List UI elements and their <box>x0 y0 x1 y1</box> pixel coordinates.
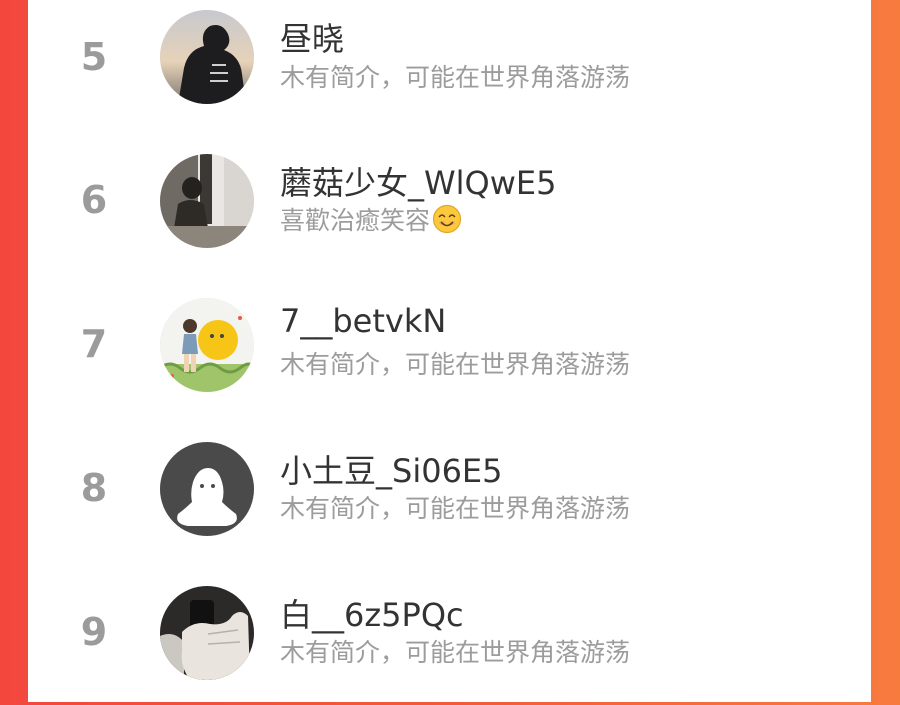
user-bio: 喜歡治癒笑容 <box>280 201 462 237</box>
rank-number: 8 <box>80 466 108 510</box>
list-item[interactable]: 8 小土豆_Si06E5 木有简介，可能在世界角落游荡 <box>28 431 871 561</box>
rank-number: 6 <box>80 178 108 222</box>
user-name[interactable]: 7__betvkN <box>280 302 446 340</box>
avatar[interactable] <box>160 10 254 104</box>
ranking-list-card: 5 昼晓 木有简介，可能在世界角落游荡 6 蘑菇少女_WlQwE5 喜歡治癒笑容… <box>28 0 871 702</box>
user-bio: 木有简介，可能在世界角落游荡 <box>280 63 631 92</box>
user-name[interactable]: 昼晓 <box>280 14 344 60</box>
avatar[interactable] <box>160 298 254 392</box>
list-item[interactable]: 7 7__betvkN 木有简介，可能在世界角落游荡 <box>28 287 871 417</box>
avatar[interactable] <box>160 442 254 536</box>
avatar[interactable] <box>160 586 254 680</box>
user-bio-text: 喜歡治癒笑容 <box>280 206 431 235</box>
user-name[interactable]: 蘑菇少女_WlQwE5 <box>280 158 556 204</box>
avatar[interactable] <box>160 154 254 248</box>
rank-number: 7 <box>80 322 108 366</box>
user-bio: 木有简介，可能在世界角落游荡 <box>280 350 631 379</box>
user-name[interactable]: 白__6z5PQc <box>280 590 464 636</box>
list-item[interactable]: 9 白__6z5PQc 木有简介，可能在世界角落游荡 <box>28 575 871 705</box>
user-bio: 木有简介，可能在世界角落游荡 <box>280 638 631 667</box>
user-bio: 木有简介，可能在世界角落游荡 <box>280 494 631 523</box>
smiling-face-emoji-icon <box>432 204 462 234</box>
list-item[interactable]: 6 蘑菇少女_WlQwE5 喜歡治癒笑容 <box>28 143 871 273</box>
rank-number: 5 <box>80 35 108 79</box>
rank-number: 9 <box>80 610 108 654</box>
list-item[interactable]: 5 昼晓 木有简介，可能在世界角落游荡 <box>28 0 871 130</box>
user-name[interactable]: 小土豆_Si06E5 <box>280 446 503 492</box>
